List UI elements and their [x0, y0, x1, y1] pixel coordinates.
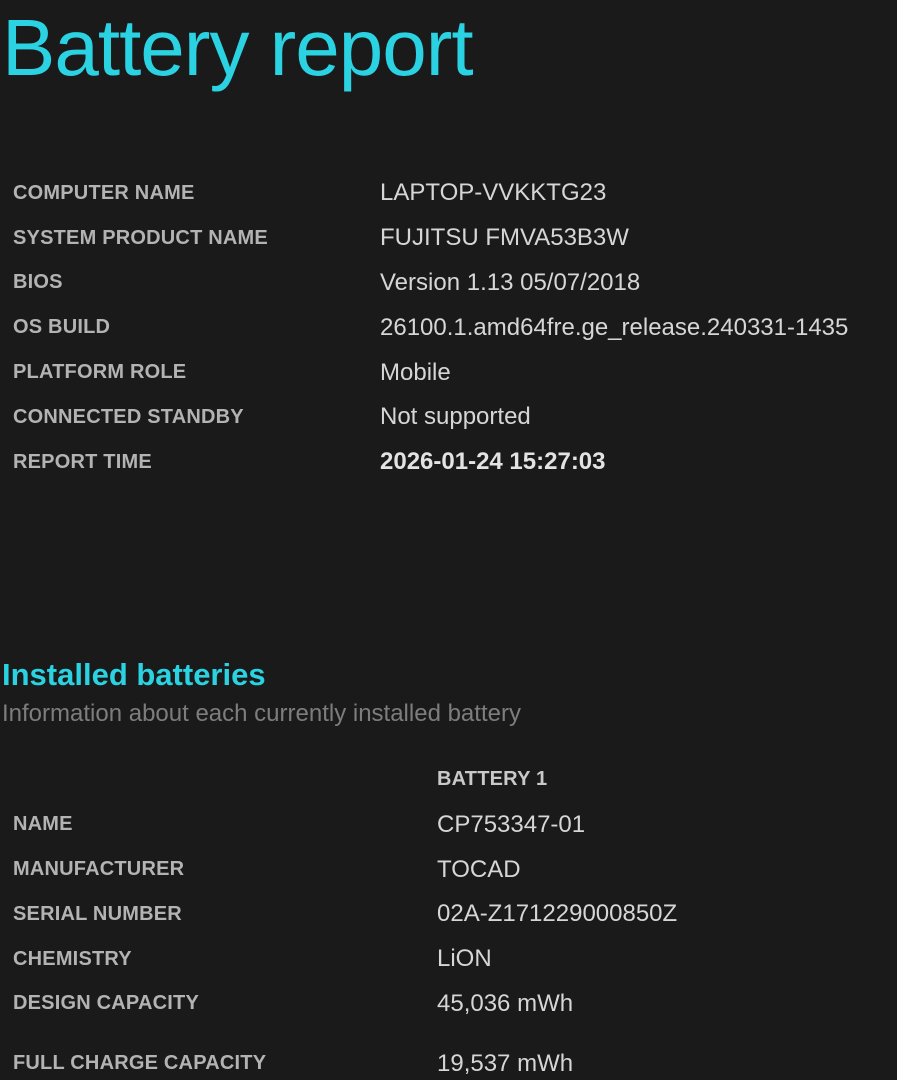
row-value: LAPTOP-VVKKTG23	[380, 179, 607, 207]
row-value: Version 1.13 05/07/2018	[380, 268, 641, 296]
battery-report-page: Battery report COMPUTER NAME LAPTOP-VVKK…	[0, 0, 897, 1080]
battery-row-manufacturer: MANUFACTURER TOCAD	[0, 847, 897, 892]
system-info-row-connected-standby: CONNECTED STANDBY Not supported	[0, 395, 897, 440]
row-value: CP753347-01	[437, 810, 586, 838]
battery-table-header-row: BATTERY 1	[0, 758, 897, 803]
system-info-table: COMPUTER NAME LAPTOP-VVKKTG23 SYSTEM PRO…	[0, 171, 897, 485]
battery-row-chemistry: CHEMISTRY LiON	[0, 937, 897, 982]
row-value: 02A-Z171229000850Z	[437, 900, 678, 928]
row-value: 2026-01-24 15:27:03	[380, 448, 606, 476]
system-info-row-bios: BIOS Version 1.13 05/07/2018	[0, 261, 897, 306]
system-info-row-platform-role: PLATFORM ROLE Mobile	[0, 350, 897, 395]
battery-row-design-capacity: DESIGN CAPACITY 45,036 mWh	[0, 982, 897, 1027]
row-label: MANUFACTURER	[13, 858, 185, 881]
battery-row-full-charge-capacity: FULL CHARGE CAPACITY 19,537 mWh	[0, 1041, 897, 1080]
row-value: TOCAD	[437, 855, 521, 883]
row-label: CONNECTED STANDBY	[13, 405, 244, 428]
row-label: SYSTEM PRODUCT NAME	[13, 226, 268, 249]
section-heading: Installed batteries	[2, 656, 266, 692]
row-label: PLATFORM ROLE	[13, 361, 187, 384]
row-label: REPORT TIME	[13, 450, 152, 473]
row-value: 45,036 mWh	[437, 989, 574, 1017]
row-value: Not supported	[380, 403, 531, 431]
row-value: FUJITSU FMVA53B3W	[380, 224, 629, 252]
row-label: FULL CHARGE CAPACITY	[13, 1052, 267, 1075]
row-label: OS BUILD	[13, 316, 111, 339]
battery-row-serial-number: SERIAL NUMBER 02A-Z171229000850Z	[0, 892, 897, 937]
system-info-row-computer-name: COMPUTER NAME LAPTOP-VVKKTG23	[0, 171, 897, 216]
row-label: SERIAL NUMBER	[13, 902, 182, 925]
row-label: CHEMISTRY	[13, 947, 132, 970]
row-value: LiON	[437, 945, 492, 973]
battery-table: BATTERY 1 NAME CP753347-01 MANUFACTURER …	[0, 758, 897, 1080]
row-value: 19,537 mWh	[437, 1049, 574, 1077]
system-info-row-report-time: REPORT TIME 2026-01-24 15:27:03	[0, 440, 897, 485]
battery-row-name: NAME CP753347-01	[0, 802, 897, 847]
system-info-row-os-build: OS BUILD 26100.1.amd64fre.ge_release.240…	[0, 305, 897, 350]
row-label: BIOS	[13, 271, 63, 294]
page-title: Battery report	[2, 3, 474, 92]
row-label: DESIGN CAPACITY	[13, 992, 199, 1015]
row-label: NAME	[13, 813, 73, 836]
row-value: Mobile	[380, 358, 451, 386]
row-label: COMPUTER NAME	[13, 181, 195, 204]
row-value: 26100.1.amd64fre.ge_release.240331-1435	[380, 313, 849, 341]
battery-column-header: BATTERY 1	[437, 768, 548, 791]
installed-batteries-section: Installed batteries Information about ea…	[0, 655, 897, 1080]
section-subtitle: Information about each currently install…	[2, 699, 521, 727]
system-info-row-system-product-name: SYSTEM PRODUCT NAME FUJITSU FMVA53B3W	[0, 216, 897, 261]
